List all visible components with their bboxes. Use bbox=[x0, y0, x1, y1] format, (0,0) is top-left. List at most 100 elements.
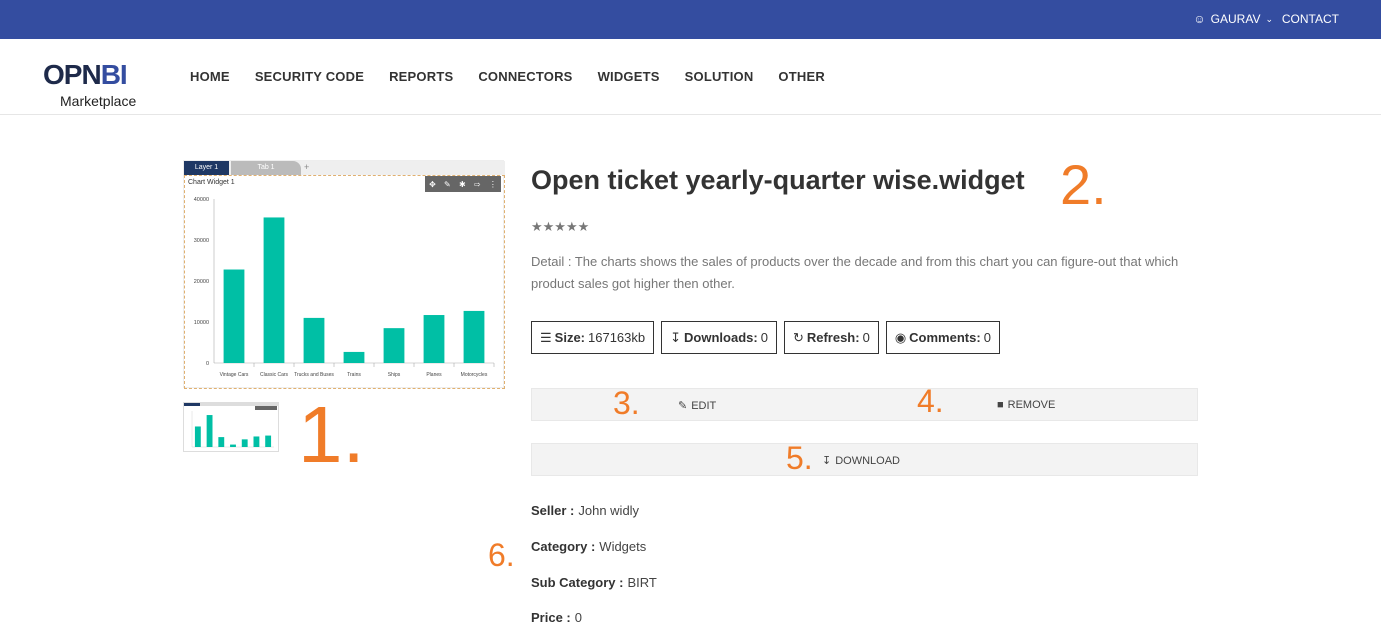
y-tick-label: 40000 bbox=[194, 197, 209, 203]
product-title: Open ticket yearly-quarter wise.widget bbox=[531, 165, 1025, 195]
move-icon: ✥ bbox=[429, 179, 436, 189]
widget-preview[interactable]: Layer 1 Tab 1 + Chart Widget 1 ✥ ✎ ✱ ⇨ ⋮… bbox=[183, 160, 505, 389]
downloads-stat: ↧ Downloads: 0 bbox=[661, 321, 777, 354]
contact-link[interactable]: CONTACT bbox=[1282, 12, 1339, 26]
thumb-bar bbox=[230, 444, 236, 447]
more-icon: ⋮ bbox=[488, 179, 497, 189]
downloads-label: Downloads: bbox=[684, 330, 758, 345]
bar bbox=[303, 317, 325, 363]
download-bar[interactable]: ↧ DOWNLOAD bbox=[531, 443, 1198, 476]
size-value: 167163kb bbox=[588, 330, 646, 345]
edit-icon: ✎ bbox=[444, 179, 451, 189]
seller-value: John widly bbox=[578, 503, 640, 518]
bar bbox=[223, 269, 245, 363]
seller-row: Seller : John widly bbox=[531, 503, 639, 518]
comment-icon: ◉ bbox=[894, 329, 907, 345]
thumb-bar bbox=[218, 437, 225, 447]
trash-icon: ■ bbox=[997, 399, 1004, 411]
tools-icon: ✱ bbox=[458, 179, 466, 189]
x-tick-label: Trains bbox=[347, 372, 361, 378]
menu-reports[interactable]: REPORTS bbox=[389, 69, 453, 84]
x-tick-label: Ships bbox=[388, 372, 401, 378]
price-row: Price :0 bbox=[531, 610, 582, 625]
product-detail: Detail : The charts shows the sales of p… bbox=[531, 254, 1179, 291]
main-nav: OPNBI Marketplace HOME SECURITY CODE REP… bbox=[0, 39, 1381, 115]
user-name: GAURAV bbox=[1210, 12, 1261, 26]
subcategory-label: Sub Category : bbox=[531, 575, 624, 590]
thumb-toolbar bbox=[255, 406, 277, 410]
bar bbox=[423, 315, 445, 363]
thumb-tab bbox=[184, 403, 200, 406]
preview-tab-tab: Tab 1 bbox=[231, 161, 301, 175]
remove-label: REMOVE bbox=[1007, 399, 1056, 411]
preview-thumbnail[interactable] bbox=[183, 402, 279, 452]
user-menu[interactable]: ☺ GAURAV ⌄ bbox=[1193, 12, 1273, 26]
x-tick-label: Motorcycles bbox=[461, 372, 488, 378]
logo-brand-b: BI bbox=[100, 59, 128, 90]
logo[interactable]: OPNBI Marketplace bbox=[43, 60, 163, 110]
category-label: Category : bbox=[531, 539, 596, 554]
menu-widgets[interactable]: WIDGETS bbox=[598, 69, 660, 84]
annotation-3: 3. bbox=[613, 385, 640, 421]
thumbnail-chart bbox=[184, 403, 278, 448]
menu-connectors[interactable]: CONNECTORS bbox=[478, 69, 572, 84]
remove-button[interactable]: ■ REMOVE bbox=[997, 399, 1055, 411]
subcategory-value: BIRT bbox=[627, 575, 657, 590]
comments-stat: ◉ Comments: 0 bbox=[885, 321, 1000, 354]
stats-row: ☰ Size: 167163kb ↧ Downloads: 0 ↻ Refres… bbox=[531, 321, 1000, 354]
edit-icon: ✎ bbox=[678, 400, 688, 412]
refresh-icon: ↻ bbox=[792, 329, 804, 345]
download-icon: ↧ bbox=[670, 329, 682, 345]
user-icon: ☺ bbox=[1193, 12, 1206, 26]
refresh-value: 0 bbox=[862, 330, 870, 345]
preview-toolbar: ✥ ✎ ✱ ⇨ ⋮ bbox=[425, 176, 501, 192]
annotation-6: 6. bbox=[488, 537, 515, 573]
annotation-1: 1. bbox=[298, 390, 365, 479]
x-tick-label: Classic Cars bbox=[260, 372, 289, 378]
download-icon: ↧ bbox=[822, 455, 832, 467]
chart-title: Chart Widget 1 bbox=[188, 179, 235, 186]
menu-home[interactable]: HOME bbox=[190, 69, 230, 84]
refresh-label: Refresh: bbox=[806, 330, 860, 345]
bar bbox=[263, 217, 285, 363]
menu-security-code[interactable]: SECURITY CODE bbox=[255, 69, 364, 84]
bar bbox=[383, 328, 405, 363]
preview-tab-layer: Layer 1 bbox=[184, 161, 229, 175]
thumb-bar bbox=[206, 415, 213, 447]
bar-chart: 0 10000 20000 30000 40000 Vintage Cars Classic… bbox=[194, 197, 495, 378]
y-tick-label: 10000 bbox=[194, 320, 209, 326]
seller-label: Seller : bbox=[531, 503, 575, 518]
thumb-bar bbox=[265, 435, 272, 447]
refresh-stat: ↻ Refresh: 0 bbox=[783, 321, 879, 354]
thumb-bar bbox=[194, 426, 201, 447]
thumb-bar bbox=[241, 439, 248, 447]
menu-solution[interactable]: SOLUTION bbox=[685, 69, 754, 84]
thumb-tabbar bbox=[200, 403, 278, 406]
rating-stars: ★★★★★ bbox=[531, 219, 590, 234]
chevron-down-icon: ⌄ bbox=[1265, 13, 1273, 24]
download-button[interactable]: ↧ DOWNLOAD bbox=[822, 454, 900, 468]
size-stat: ☰ Size: 167163kb bbox=[531, 321, 655, 354]
price-value: 0 bbox=[574, 610, 582, 625]
category-value: Widgets bbox=[599, 539, 647, 554]
edit-label: EDIT bbox=[691, 399, 717, 412]
category-row: Category : Widgets bbox=[531, 539, 646, 554]
edit-button[interactable]: ✎ EDIT bbox=[678, 399, 717, 413]
database-icon: ☰ bbox=[540, 329, 552, 345]
menu: HOME SECURITY CODE REPORTS CONNECTORS WI… bbox=[190, 69, 850, 84]
annotation-5: 5. bbox=[786, 440, 813, 476]
comments-value: 0 bbox=[983, 330, 991, 345]
download-label: DOWNLOAD bbox=[835, 454, 900, 467]
menu-other[interactable]: OTHER bbox=[778, 69, 825, 84]
comments-label: Comments: bbox=[909, 330, 981, 345]
y-tick-label: 0 bbox=[206, 361, 209, 367]
bar bbox=[463, 310, 485, 363]
x-tick-label: Trucks and Buses bbox=[294, 372, 334, 378]
thumb-bar bbox=[253, 436, 260, 447]
x-tick-label: Planes bbox=[426, 372, 442, 378]
subcategory-row: Sub Category : BIRT bbox=[531, 575, 657, 590]
size-label: Size: bbox=[554, 330, 585, 345]
logo-brand-a: OPN bbox=[43, 59, 102, 90]
export-icon: ⇨ bbox=[473, 179, 481, 189]
annotation-4: 4. bbox=[917, 383, 944, 419]
